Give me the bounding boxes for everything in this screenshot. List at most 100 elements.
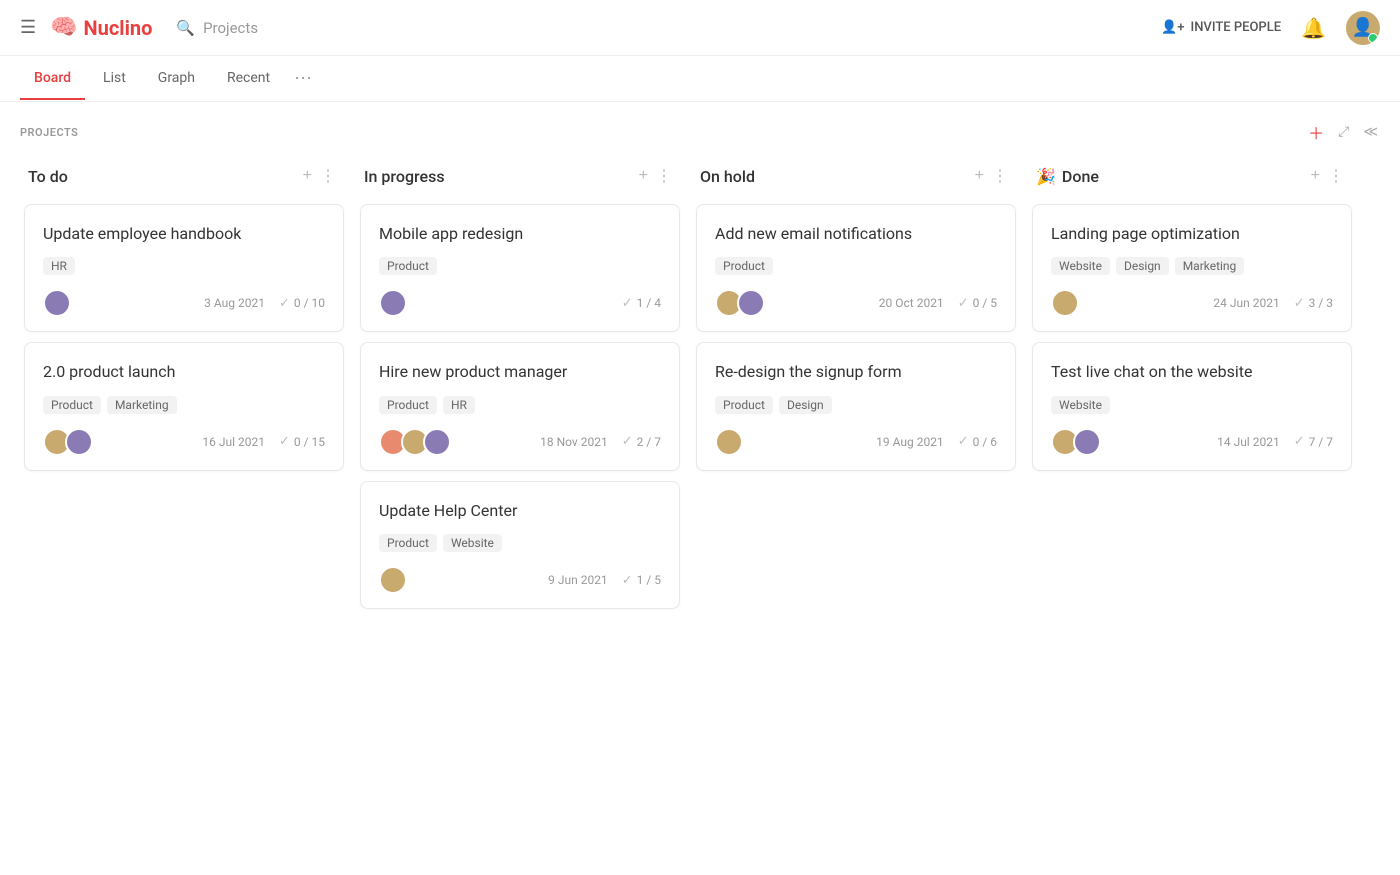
card-meta: 24 Jun 2021✓ 3 / 3: [1213, 296, 1333, 311]
card-tags: Product Design: [715, 396, 997, 414]
column-header-in-progress: In progress+⋮: [360, 156, 680, 196]
card-date: 3 Aug 2021: [204, 296, 265, 310]
invite-button[interactable]: 👤+ INVITE PEOPLE: [1161, 20, 1281, 35]
card-footer: 9 Jun 2021 ✓ 1 / 5: [379, 566, 661, 594]
card-avatar: [379, 566, 407, 594]
card-tasks: ✓ 1 / 5: [622, 573, 661, 588]
card-tag: Product: [379, 396, 437, 414]
card-tags: ProductHR: [379, 396, 661, 414]
card-tags: ProductWebsite: [379, 534, 661, 552]
expand-icon[interactable]: ⤢: [1336, 122, 1351, 142]
card-tag: Product: [715, 396, 773, 414]
card-avatars: [43, 428, 87, 456]
kanban-card[interactable]: Landing page optimizationWebsiteDesignMa…: [1032, 204, 1352, 332]
card-title: Test live chat on the website: [1051, 361, 1333, 383]
card-title: Mobile app redesign: [379, 223, 661, 245]
card-footer: 19 Aug 2021✓ 0 / 6: [715, 428, 997, 456]
collapse-icon[interactable]: ≪: [1361, 122, 1380, 142]
kanban-card[interactable]: Update Help CenterProductWebsite9 Jun 20…: [360, 481, 680, 609]
search-bar[interactable]: 🔍 Projects: [176, 19, 1161, 37]
card-avatars: [715, 428, 737, 456]
card-avatar: [423, 428, 451, 456]
card-title: Update employee handbook: [43, 223, 325, 245]
column-more-button-todo[interactable]: ⋮: [316, 164, 340, 188]
card-footer: 16 Jul 2021 ✓ 0 / 15: [43, 428, 325, 456]
card-meta: 16 Jul 2021 ✓ 0 / 15: [202, 434, 325, 449]
board-header-actions: ＋ ⤢ ≪: [1306, 118, 1380, 146]
kanban-card[interactable]: Hire new product managerProductHR18 Nov …: [360, 342, 680, 470]
card-meta: ✓ 1 / 4: [622, 296, 661, 311]
card-avatars: [1051, 289, 1073, 317]
card-tag: Product: [379, 534, 437, 552]
card-tags: HR: [43, 257, 325, 275]
avatar-face: 👤: [1352, 17, 1374, 38]
check-icon: ✓: [622, 434, 633, 449]
invite-icon: 👤+: [1161, 20, 1184, 35]
card-footer: 3 Aug 2021✓ 0 / 10: [43, 289, 325, 317]
check-icon: ✓: [279, 296, 290, 311]
add-card-button-todo[interactable]: +: [299, 165, 316, 187]
column-title-todo: To do: [28, 167, 299, 186]
add-card-button-done[interactable]: +: [1307, 165, 1324, 187]
tab-more-icon[interactable]: ⋯: [288, 64, 318, 93]
check-icon: ✓: [1294, 296, 1305, 311]
card-tags: Website: [1051, 396, 1333, 414]
kanban-card[interactable]: Add new email notificationsProduct20 Oct…: [696, 204, 1016, 332]
column-header-done: 🎉Done+⋮: [1032, 156, 1352, 196]
hamburger-icon[interactable]: ☰: [20, 17, 36, 38]
kanban-card[interactable]: Test live chat on the website Website 14 J…: [1032, 342, 1352, 470]
add-card-button-in-progress[interactable]: +: [635, 165, 652, 187]
kanban-card[interactable]: Re-design the signup formProductDesign19…: [696, 342, 1016, 470]
tab-graph[interactable]: Graph: [144, 58, 209, 100]
tab-list[interactable]: List: [89, 58, 140, 100]
card-tag: Product: [715, 257, 773, 275]
tab-board[interactable]: Board: [20, 58, 85, 100]
tabs-bar: Board List Graph Recent ⋯: [0, 56, 1400, 102]
logo-icon: 🧠: [50, 15, 77, 40]
card-date: 14 Jul 2021: [1217, 435, 1280, 449]
column-more-button-on-hold[interactable]: ⋮: [988, 164, 1012, 188]
notification-bell-icon[interactable]: 🔔: [1301, 16, 1326, 40]
invite-label: INVITE PEOPLE: [1191, 20, 1282, 35]
tab-recent[interactable]: Recent: [213, 58, 284, 100]
card-avatars: [379, 289, 401, 317]
card-meta: 19 Aug 2021✓ 0 / 6: [876, 434, 997, 449]
card-date: 16 Jul 2021: [202, 435, 265, 449]
card-tag: HR: [43, 257, 75, 275]
card-title: 2.0 product launch: [43, 361, 325, 383]
column-more-button-done[interactable]: ⋮: [1324, 164, 1348, 188]
card-tag: Design: [779, 396, 832, 414]
column-title-on-hold: On hold: [700, 167, 971, 186]
card-date: 9 Jun 2021: [548, 573, 608, 587]
card-avatars: [379, 566, 401, 594]
card-avatar: [65, 428, 93, 456]
card-tag: Marketing: [1175, 257, 1245, 275]
user-avatar[interactable]: 👤: [1346, 11, 1380, 45]
card-tag: Website: [1051, 257, 1110, 275]
kanban-card[interactable]: 2.0 product launchProductMarketing16 Jul…: [24, 342, 344, 470]
card-tasks: ✓ 0 / 15: [279, 434, 325, 449]
check-icon: ✓: [279, 434, 290, 449]
card-tasks: ✓ 7 / 7: [1294, 434, 1333, 449]
check-icon: ✓: [958, 296, 969, 311]
column-on-hold: On hold+⋮ Add new email notificationsProd…: [696, 156, 1016, 481]
header: ☰ 🧠 Nuclino 🔍 Projects 👤+ INVITE PEOPLE …: [0, 0, 1400, 56]
column-title-done: 🎉Done: [1036, 167, 1307, 186]
card-avatars: [379, 428, 445, 456]
card-footer: 24 Jun 2021✓ 3 / 3: [1051, 289, 1333, 317]
add-column-button[interactable]: ＋: [1306, 118, 1326, 146]
board-section-title: PROJECTS: [20, 126, 78, 139]
card-footer: 18 Nov 2021✓ 2 / 7: [379, 428, 661, 456]
column-done: 🎉Done+⋮ Landing page optimizationWebsiteD…: [1032, 156, 1352, 481]
card-avatar: [1051, 289, 1079, 317]
add-card-button-on-hold[interactable]: +: [971, 165, 988, 187]
logo[interactable]: 🧠 Nuclino: [50, 15, 152, 40]
check-icon: ✓: [958, 434, 969, 449]
card-footer: 14 Jul 2021 ✓ 7 / 7: [1051, 428, 1333, 456]
column-more-button-in-progress[interactable]: ⋮: [652, 164, 676, 188]
column-in-progress: In progress+⋮Mobile app redesignProduct✓…: [360, 156, 680, 619]
search-placeholder: Projects: [203, 19, 258, 37]
kanban-card[interactable]: Update employee handbookHR3 Aug 2021✓ 0 …: [24, 204, 344, 332]
kanban-card[interactable]: Mobile app redesignProduct✓ 1 / 4: [360, 204, 680, 332]
card-avatar: [715, 428, 743, 456]
